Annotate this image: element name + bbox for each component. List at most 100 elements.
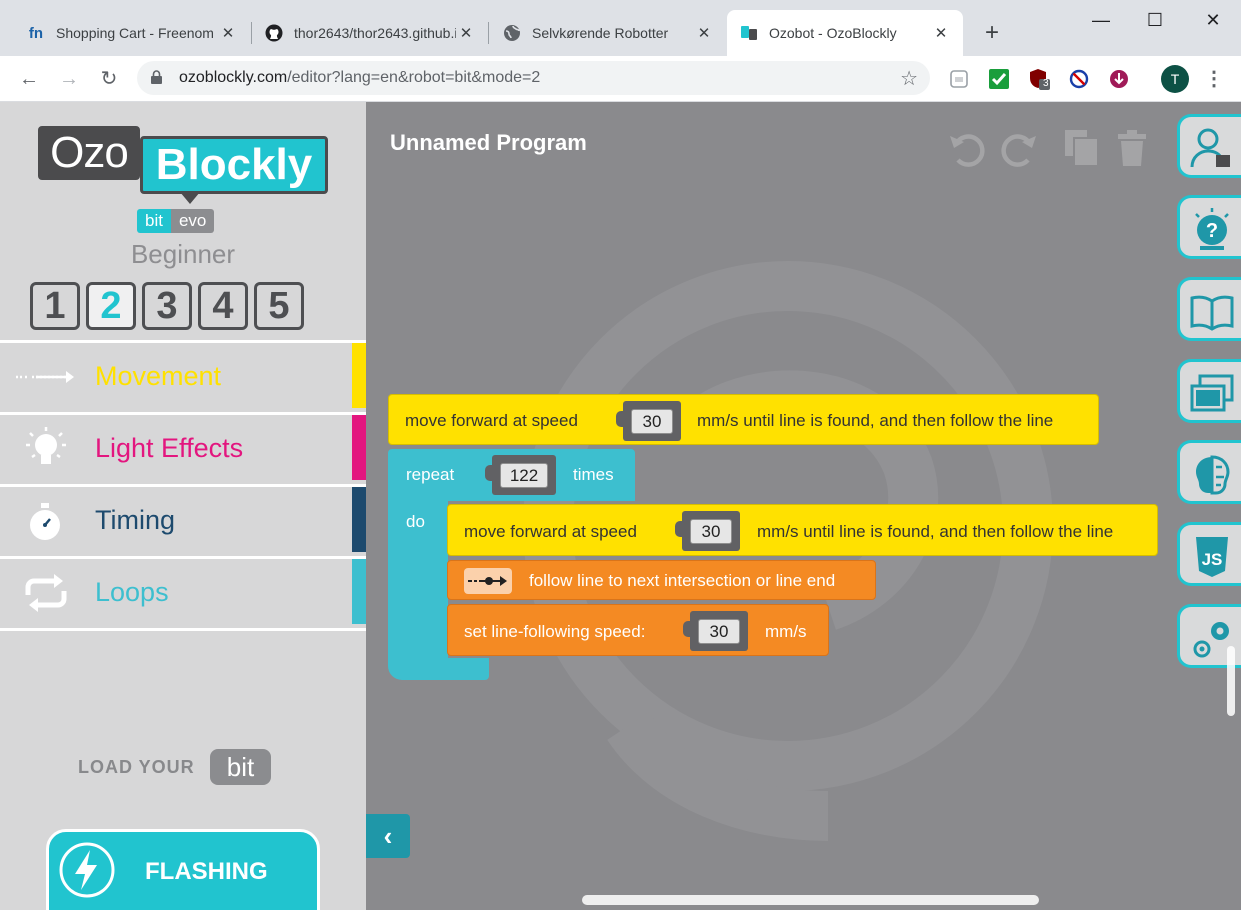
load-bit-badge[interactable]: bit bbox=[210, 749, 271, 785]
robot-variant-badge[interactable]: bit evo bbox=[137, 209, 215, 233]
repeat-count-field[interactable]: 122 bbox=[500, 463, 548, 488]
extension-box-icon[interactable] bbox=[948, 68, 970, 90]
horizontal-scrollbar[interactable] bbox=[582, 895, 1039, 905]
extension-ublock-icon[interactable]: 3 bbox=[1028, 68, 1050, 90]
vertical-scrollbar[interactable] bbox=[1227, 646, 1235, 716]
slot-connector bbox=[616, 411, 626, 427]
follow-line-icon bbox=[464, 568, 512, 594]
do-label: do bbox=[406, 512, 425, 531]
category-label: Loops bbox=[95, 577, 169, 607]
tutorials-button[interactable] bbox=[1177, 277, 1241, 341]
level-button-1[interactable]: 1 bbox=[30, 282, 80, 330]
account-icon bbox=[1190, 128, 1230, 168]
url-text[interactable]: ozoblockly.com/editor?lang=en&robot=bit&… bbox=[179, 69, 540, 87]
set-line-following-speed-block[interactable]: set line-following speed: 30 mm/s bbox=[447, 604, 829, 656]
svg-text:?: ? bbox=[1206, 220, 1218, 242]
block-text-prefix: move forward at speed bbox=[405, 411, 578, 430]
repeat-block[interactable]: repeat 122 times bbox=[388, 449, 635, 501]
follow-line-block[interactable]: follow line to next intersection or line… bbox=[447, 560, 876, 600]
programs-button[interactable] bbox=[1177, 359, 1241, 423]
address-bar[interactable]: ozoblockly.com/editor?lang=en&robot=bit&… bbox=[137, 61, 930, 95]
move-forward-block[interactable]: move forward at speed 30 mm/s until line… bbox=[447, 504, 1158, 556]
speed-value-field[interactable]: 30 bbox=[698, 619, 740, 644]
github-icon bbox=[264, 23, 284, 43]
block-text-suffix: mm/s until line is found, and then follo… bbox=[757, 522, 1114, 541]
category-timing[interactable]: Timing bbox=[0, 484, 366, 552]
extension-download-icon[interactable] bbox=[1108, 68, 1130, 90]
freenom-icon: fn bbox=[28, 24, 44, 42]
category-label: Light Effects bbox=[95, 433, 244, 463]
tab-ozoblockly[interactable]: Ozobot - OzoBlockly ✕ bbox=[727, 10, 963, 56]
repeat-label: repeat bbox=[406, 465, 455, 484]
speed-value-field[interactable]: 30 bbox=[631, 409, 673, 434]
extension-block-icon[interactable] bbox=[1068, 68, 1090, 90]
level-button-5[interactable]: 5 bbox=[254, 282, 304, 330]
redo-icon[interactable] bbox=[1000, 128, 1040, 168]
lightning-icon bbox=[59, 842, 115, 898]
reload-button[interactable]: ↻ bbox=[94, 64, 124, 94]
category-light-effects[interactable]: Light Effects bbox=[0, 412, 366, 480]
flashing-button[interactable]: FLASHING bbox=[46, 829, 320, 910]
variant-evo[interactable]: evo bbox=[170, 209, 215, 233]
javascript-button[interactable]: JS bbox=[1177, 522, 1241, 586]
tab-selvkorende[interactable]: Selvkørende Robotter ✕ bbox=[490, 10, 726, 56]
maximize-button[interactable]: ☐ bbox=[1132, 6, 1178, 34]
repeat-block-footer[interactable] bbox=[388, 658, 489, 680]
close-tab-icon[interactable]: ✕ bbox=[456, 24, 476, 42]
extension-check-icon[interactable] bbox=[988, 68, 1010, 90]
minimize-button[interactable]: — bbox=[1078, 6, 1124, 34]
lock-icon[interactable] bbox=[151, 70, 162, 84]
undo-icon[interactable] bbox=[946, 128, 986, 168]
category-color-bar bbox=[352, 343, 366, 408]
stopwatch-icon bbox=[30, 503, 60, 540]
speed-input-slot[interactable]: 30 bbox=[616, 401, 681, 441]
back-button[interactable]: ← bbox=[14, 64, 44, 94]
speed-input-slot[interactable]: 30 bbox=[683, 611, 748, 651]
close-tab-icon[interactable]: ✕ bbox=[694, 24, 714, 42]
repeat-block-spine[interactable]: do bbox=[388, 500, 448, 666]
tab-shopping-cart[interactable]: fn Shopping Cart - Freenom ✕ bbox=[14, 10, 250, 56]
program-title[interactable]: Unnamed Program bbox=[390, 130, 587, 156]
load-your-label: LOAD YOUR bbox=[78, 757, 195, 777]
tab-github[interactable]: thor2643/thor2643.github.io ✕ bbox=[252, 10, 488, 56]
blockly-workspace[interactable]: Unnamed Program move forward at speed 30… bbox=[366, 102, 1241, 910]
close-tab-icon[interactable]: ✕ bbox=[931, 24, 951, 42]
slot-connector bbox=[675, 521, 685, 537]
collapse-sidebar-button[interactable]: ‹ bbox=[366, 814, 410, 858]
slot-connector bbox=[485, 465, 495, 481]
speed-input-slot[interactable]: 30 bbox=[675, 511, 740, 551]
times-label: times bbox=[573, 465, 614, 484]
account-button[interactable] bbox=[1177, 114, 1241, 178]
logo-ozo: Ozo bbox=[38, 126, 140, 180]
category-label: Timing bbox=[95, 505, 176, 535]
new-tab-button[interactable]: + bbox=[978, 20, 1006, 46]
move-forward-block[interactable]: move forward at speed 30 mm/s until line… bbox=[388, 394, 1099, 445]
close-window-button[interactable]: ✕ bbox=[1190, 6, 1236, 34]
browser-menu-icon[interactable]: ⋮ bbox=[1204, 64, 1224, 94]
trash-icon[interactable] bbox=[1112, 128, 1152, 168]
help-icon: ? bbox=[1195, 208, 1229, 250]
learn-button[interactable] bbox=[1177, 440, 1241, 504]
level-name: Beginner bbox=[130, 239, 236, 269]
level-button-4[interactable]: 4 bbox=[198, 282, 248, 330]
speed-value-field[interactable]: 30 bbox=[690, 519, 732, 544]
url-host: ozoblockly.com bbox=[179, 69, 288, 86]
category-loops[interactable]: Loops bbox=[0, 556, 366, 624]
category-movement[interactable]: Movement bbox=[0, 340, 366, 408]
bookmark-star-icon[interactable]: ☆ bbox=[900, 66, 918, 91]
level-button-2[interactable]: 2 bbox=[86, 282, 136, 330]
tab-title: thor2643/thor2643.github.io bbox=[294, 25, 456, 41]
level-button-3[interactable]: 3 bbox=[142, 282, 192, 330]
close-tab-icon[interactable]: ✕ bbox=[218, 24, 238, 42]
repeat-count-slot[interactable]: 122 bbox=[485, 455, 556, 495]
loop-arrows-icon bbox=[25, 574, 67, 612]
forward-button[interactable]: → bbox=[54, 64, 84, 94]
copy-icon[interactable] bbox=[1062, 128, 1102, 168]
browser-tab-bar: fn Shopping Cart - Freenom ✕ thor2643/th… bbox=[0, 0, 1241, 56]
variant-bit[interactable]: bit bbox=[137, 209, 171, 233]
ozobot-icon bbox=[739, 23, 759, 43]
help-button[interactable]: ? bbox=[1177, 195, 1241, 259]
profile-avatar[interactable]: T bbox=[1161, 65, 1189, 93]
blocks-sidebar: Ozo Blockly bit evo Beginner 1 2 3 4 5 M… bbox=[0, 102, 366, 910]
windows-icon bbox=[1190, 374, 1234, 412]
